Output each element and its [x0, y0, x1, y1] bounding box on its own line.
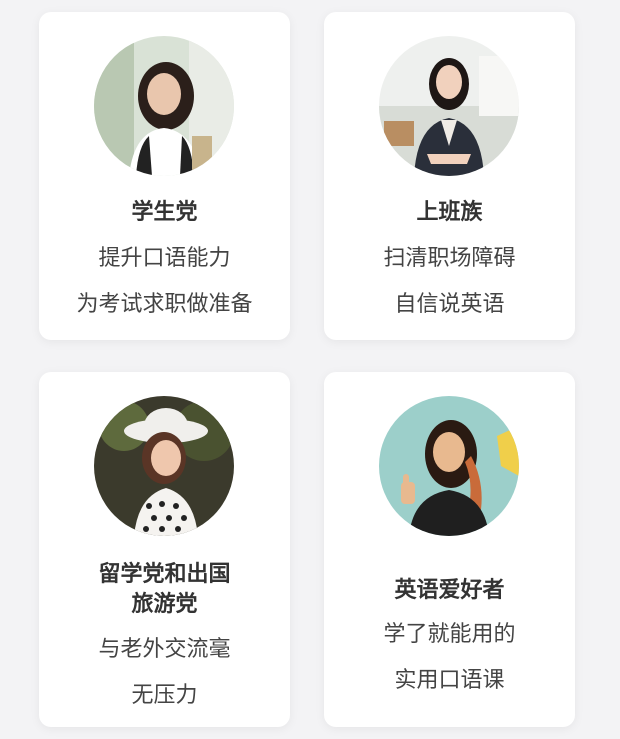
card-line-1: 学了就能用的: [383, 622, 516, 647]
card-line-2: 无压力: [131, 683, 198, 708]
enthusiast-avatar: [379, 396, 519, 536]
card-title-line: 旅游党: [131, 592, 198, 617]
card-line-1: 提升口语能力: [98, 246, 231, 271]
card-line-1: 与老外交流毫: [98, 637, 231, 662]
enthusiast-card[interactable]: 英语爱好者 学了就能用的 实用口语课: [324, 372, 575, 727]
traveler-avatar: [94, 396, 234, 536]
card-line-2: 为考试求职做准备: [76, 292, 253, 317]
card-line-2: 实用口语课: [394, 668, 505, 693]
card-title: 英语爱好者: [394, 578, 505, 603]
office-worker-card[interactable]: 上班族 扫清职场障碍 自信说英语: [324, 12, 575, 340]
card-line-2: 自信说英语: [394, 292, 505, 317]
traveler-card[interactable]: 留学党和出国 旅游党 与老外交流毫 无压力: [39, 372, 290, 727]
card-title: 上班族: [416, 200, 483, 225]
card-line-1: 扫清职场障碍: [383, 246, 516, 271]
office-worker-avatar: [379, 36, 519, 176]
card-title: 学生党: [131, 200, 198, 225]
card-title-line: 留学党和出国: [98, 562, 231, 587]
card-title: 留学党和出国 旅游党: [39, 560, 290, 620]
student-card[interactable]: 学生党 提升口语能力 为考试求职做准备: [39, 12, 290, 340]
student-avatar: [94, 36, 234, 176]
